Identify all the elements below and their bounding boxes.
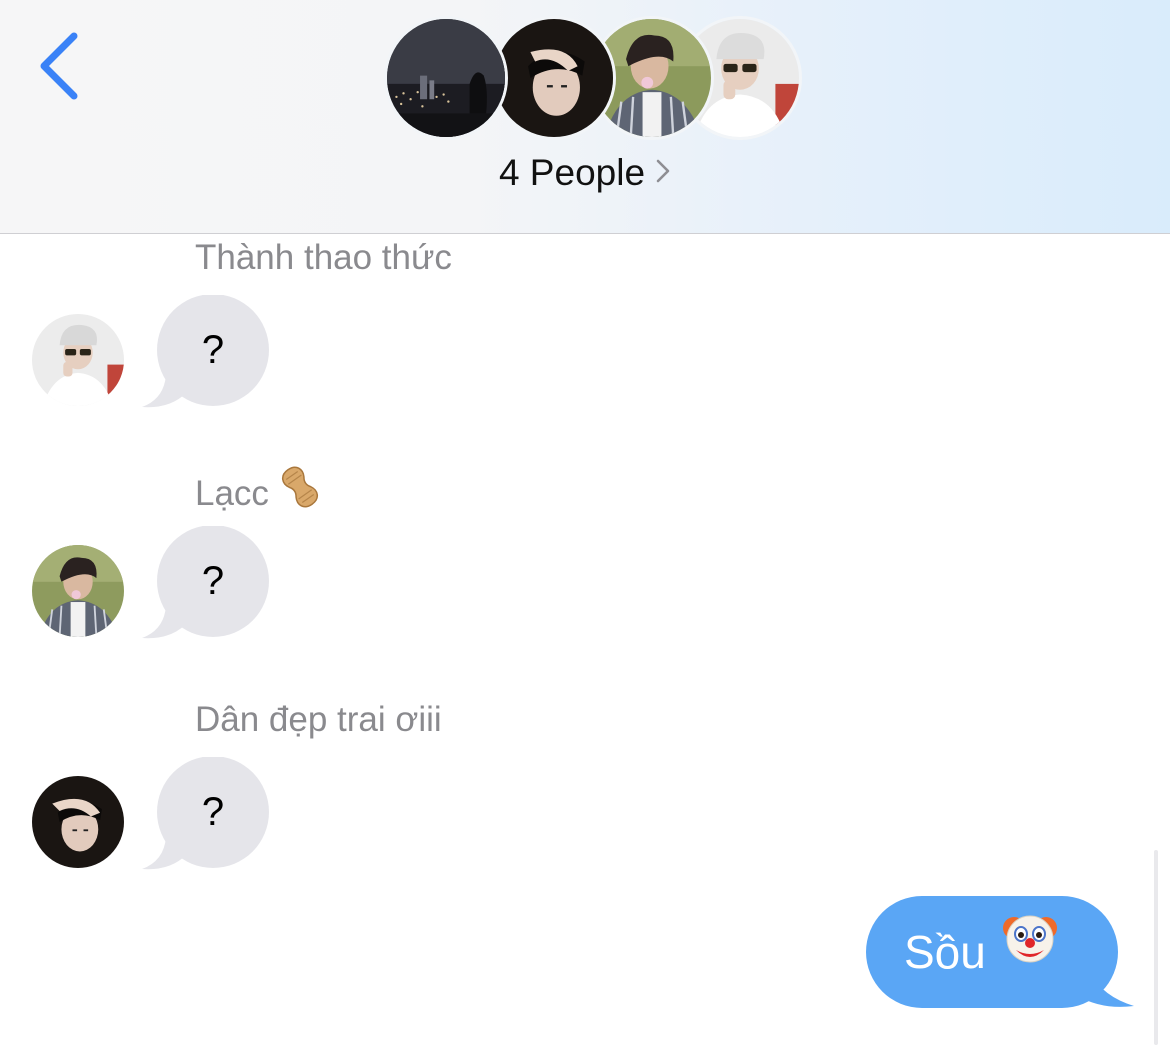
avatar[interactable] [32, 314, 124, 406]
incoming-message-bubble[interactable]: ? [140, 526, 280, 646]
avatar[interactable] [32, 545, 124, 637]
message-text: ? [201, 790, 225, 834]
conversation-header: 4 People [0, 0, 1170, 234]
message-text: Sồu [904, 926, 986, 978]
sender-name: Thành thao thức [195, 238, 452, 277]
group-avatar-dark-selfie [492, 16, 616, 140]
avatar[interactable] [32, 776, 124, 868]
message-text: ? [201, 328, 225, 372]
scrollbar[interactable] [1154, 850, 1158, 1045]
back-button[interactable] [30, 28, 90, 108]
outgoing-message-bubble[interactable]: Sồu [866, 896, 1136, 1012]
sender-name: Lạcc [195, 466, 323, 523]
sender-name-text: Lạcc [195, 473, 269, 513]
incoming-message-bubble[interactable]: ? [140, 757, 280, 877]
group-people-count: 4 People [498, 152, 646, 193]
outgoing-message-content: Sồu [904, 896, 1060, 1008]
chevron-left-icon [40, 32, 78, 100]
peanut-icon [277, 464, 323, 519]
chevron-right-icon [655, 151, 671, 193]
clown-face-icon [1000, 896, 1060, 1008]
message-text: ? [201, 559, 225, 603]
incoming-message-bubble[interactable]: ? [140, 295, 280, 415]
group-title[interactable]: 4 People [0, 152, 1170, 196]
sender-name: Dân đẹp trai ơiii [195, 700, 442, 739]
group-avatars[interactable] [384, 16, 802, 144]
group-avatar-city-night [384, 16, 508, 140]
